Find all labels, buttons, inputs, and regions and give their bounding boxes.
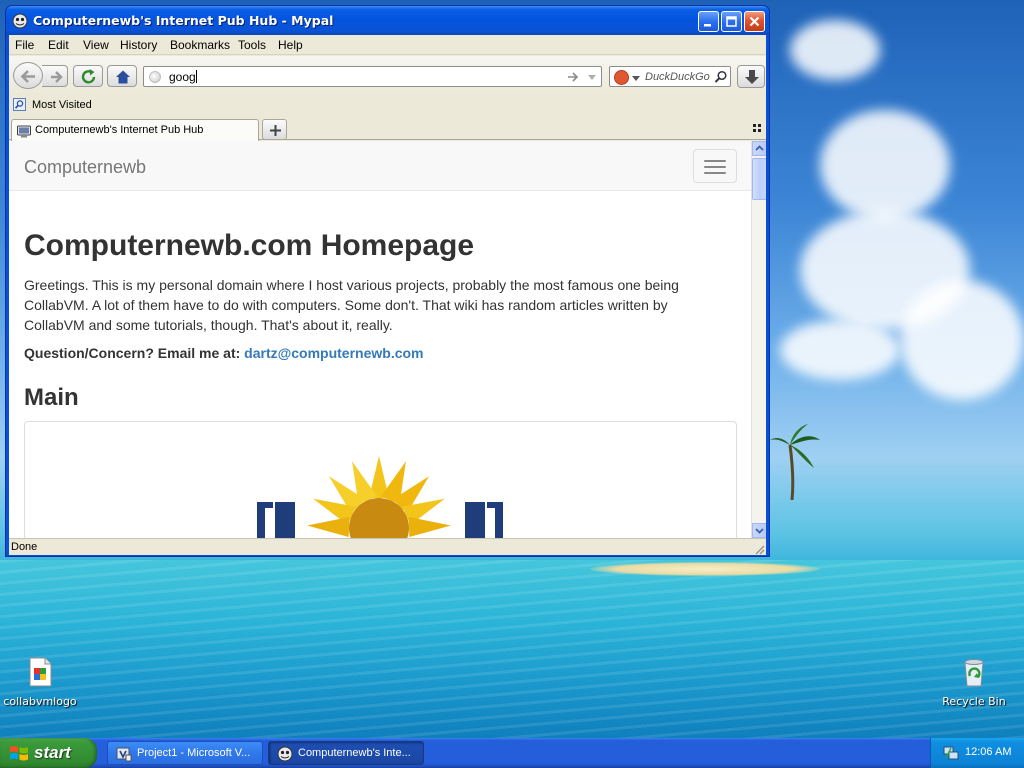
desktop-icon-recycle-bin[interactable]: Recycle Bin [934, 656, 1014, 708]
home-button[interactable] [107, 65, 137, 87]
hamburger-icon-bar [704, 166, 726, 168]
go-arrow-icon[interactable] [566, 70, 580, 84]
bookmarks-toolbar: Most Visited [9, 94, 766, 116]
status-bar: Done [9, 538, 766, 555]
minimize-icon [704, 24, 711, 27]
forward-arrow-icon [51, 71, 63, 83]
window-titlebar[interactable]: Computernewb's Internet Pub Hub - Mypal [6, 6, 769, 35]
close-button[interactable] [744, 11, 765, 32]
engine-dropdown-icon[interactable] [632, 75, 640, 83]
palm-tree [770, 424, 820, 500]
contact-email-link[interactable]: dartz@computernewb.com [244, 345, 423, 361]
section-title-main: Main [24, 384, 79, 411]
scroll-thumb[interactable] [752, 158, 766, 200]
minimize-button[interactable] [698, 11, 719, 32]
bookmark-label: Most Visited [32, 99, 92, 111]
main-panel [24, 421, 737, 538]
menu-help[interactable]: Help [278, 38, 303, 52]
scroll-up-button[interactable] [752, 141, 766, 156]
taskbar-item-mypal[interactable]: Computernewb's Inte... [268, 741, 424, 765]
start-label: start [34, 743, 71, 762]
search-placeholder: DuckDuckGo [645, 71, 710, 83]
hamburger-icon-bar [704, 160, 726, 162]
address-bar-value: goog [169, 70, 196, 84]
close-icon [749, 16, 760, 27]
network-icon[interactable] [943, 745, 959, 761]
home-icon [116, 70, 130, 84]
site-navbar: Computernewb [9, 141, 751, 191]
back-button[interactable] [13, 62, 43, 89]
taskbar-clock[interactable]: 12:06 AM [965, 746, 1011, 758]
intro-paragraph: Greetings. This is my personal domain wh… [24, 277, 679, 333]
system-tray: 12:06 AM [930, 738, 1024, 768]
desktop-icon-collabvmlogo[interactable]: collabvmlogo [0, 656, 80, 708]
reload-button[interactable] [73, 65, 103, 87]
downloads-button[interactable] [737, 65, 765, 88]
download-arrow-icon [745, 70, 759, 84]
bookmark-most-visited[interactable]: Most Visited [13, 98, 92, 111]
taskbar-item-label: Computernewb's Inte... [298, 747, 411, 759]
back-arrow-icon [20, 70, 35, 83]
browser-window: Computernewb's Internet Pub Hub - Mypal … [5, 5, 770, 557]
search-icon[interactable] [714, 70, 728, 84]
address-bar[interactable]: goog [143, 66, 602, 87]
duckduckgo-icon[interactable] [614, 70, 629, 85]
maximize-icon [726, 16, 737, 27]
menu-file[interactable]: File [15, 38, 34, 52]
contact-label: Question/Concern? Email me at: [24, 345, 241, 361]
chevron-down-icon [755, 528, 764, 534]
site-favicon [17, 125, 31, 138]
window-title: Computernewb's Internet Pub Hub - Mypal [33, 13, 334, 28]
page-title: Computernewb.com Homepage [24, 229, 475, 262]
window-client: File Edit View History Bookmarks Tools H… [9, 35, 766, 555]
menu-edit[interactable]: Edit [48, 38, 69, 52]
desktop-icon-label: Recycle Bin [942, 695, 1006, 708]
site-brand-link[interactable]: Computernewb [24, 157, 146, 178]
image-file-icon [29, 657, 52, 687]
scroll-down-button[interactable] [752, 523, 766, 538]
forward-button[interactable] [42, 65, 68, 87]
taskbar-item-label: Project1 - Microsoft V... [137, 747, 251, 759]
text-caret [195, 70, 197, 83]
recycle-bin-icon [964, 659, 984, 687]
site-identity-icon [149, 71, 161, 83]
hamburger-icon-bar [704, 172, 726, 174]
status-text: Done [11, 541, 38, 553]
menu-bar: File Edit View History Bookmarks Tools H… [9, 35, 766, 55]
desktop-icon-label: collabvmlogo [3, 695, 77, 708]
windows-logo-icon [10, 746, 28, 761]
resize-grip-icon[interactable] [753, 543, 765, 555]
menu-history[interactable]: History [120, 38, 157, 52]
tab-strip: Computernewb's Internet Pub Hub [9, 116, 766, 141]
menu-tools[interactable]: Tools [238, 38, 266, 52]
history-dropdown-icon[interactable] [586, 70, 598, 84]
tab-label: Computernewb's Internet Pub Hub [35, 124, 204, 136]
contact-line: Question/Concern? Email me at: dartz@com… [24, 345, 424, 361]
start-button[interactable]: start [0, 738, 97, 768]
reload-icon [81, 69, 96, 84]
list-all-tabs-icon[interactable] [752, 123, 762, 133]
chevron-up-icon [755, 145, 764, 151]
plus-icon [270, 125, 281, 136]
island [590, 562, 820, 576]
menu-view[interactable]: View [83, 38, 109, 52]
page-viewport: Computernewb Computernewb.com Homepage G… [9, 141, 766, 538]
maximize-button[interactable] [721, 11, 742, 32]
tab-computernewb[interactable]: Computernewb's Internet Pub Hub [11, 119, 259, 141]
menu-bookmarks[interactable]: Bookmarks [170, 38, 230, 52]
search-bar[interactable]: DuckDuckGo [609, 66, 731, 87]
navbar-toggle-button[interactable] [693, 149, 737, 183]
ocean [0, 560, 1024, 738]
navigation-toolbar: goog DuckDuckGo [9, 56, 766, 94]
folder-search-icon [13, 98, 26, 111]
mypal-app-icon [12, 13, 28, 29]
mypal-app-icon [277, 746, 293, 762]
vertical-scrollbar[interactable] [751, 141, 766, 538]
visual-basic-icon [116, 747, 132, 762]
collabvm-logo-image [257, 456, 503, 538]
taskbar: start Project1 - Microsoft V... Computer… [0, 738, 1024, 768]
taskbar-item-project1[interactable]: Project1 - Microsoft V... [107, 741, 263, 765]
new-tab-button[interactable] [262, 119, 287, 140]
